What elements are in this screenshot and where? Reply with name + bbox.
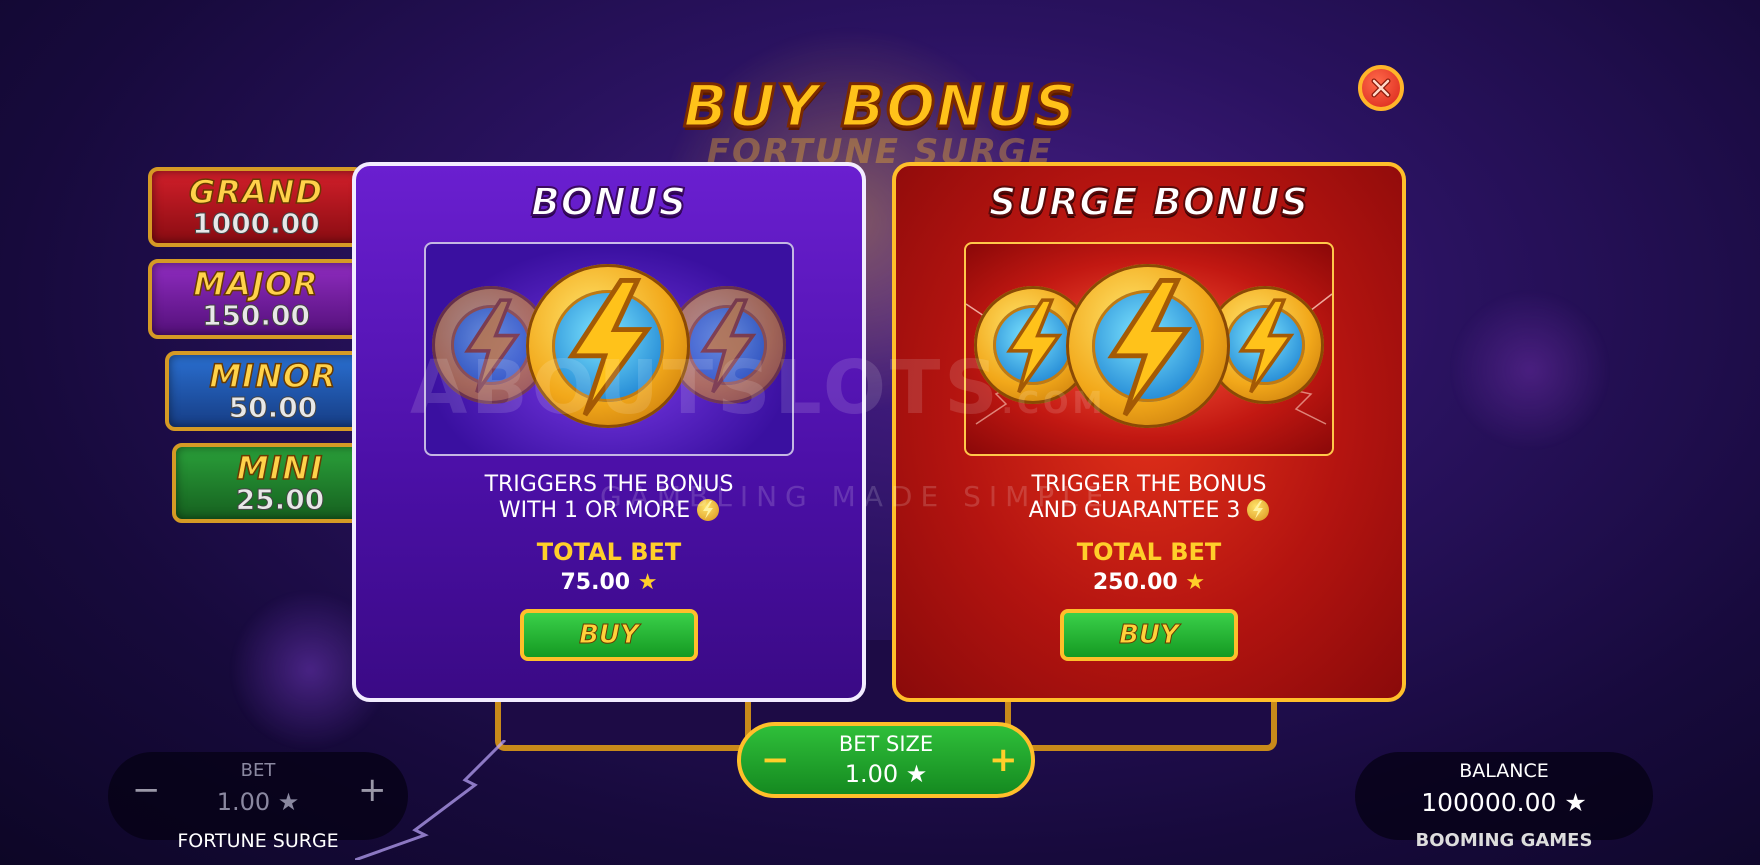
bet-control: − BET 1.00 ★ + bbox=[108, 752, 408, 840]
brand-logo: BOOMING GAMES bbox=[1415, 830, 1593, 851]
star-icon: ★ bbox=[637, 570, 658, 595]
balance-amount: 100000.00 bbox=[1421, 788, 1557, 817]
lightning-coin-icon bbox=[1247, 499, 1270, 521]
total-bet-value: 250.00 ★ bbox=[896, 570, 1402, 595]
jackpot-value: 1000.00 bbox=[192, 207, 321, 241]
bet-size-plus-button[interactable]: + bbox=[989, 740, 1018, 780]
jackpot-minor: MINOR 50.00 bbox=[165, 351, 381, 431]
bonus-panel: BONUS TRIGGERS THE BONUS WITH 1 OR MORE … bbox=[352, 162, 866, 702]
star-icon: ★ bbox=[905, 760, 928, 788]
bet-size-control: − BET SIZE 1.00 ★ + bbox=[737, 722, 1035, 798]
buy-bonus-title: BUY BONUS bbox=[682, 71, 1077, 142]
panel-title: SURGE BONUS bbox=[988, 179, 1310, 225]
bet-size-value: 1.00 ★ bbox=[741, 760, 1031, 788]
balance-display: BALANCE 100000.00 ★ bbox=[1355, 752, 1653, 840]
bet-plus-button[interactable]: + bbox=[358, 770, 387, 810]
jackpot-name: MAJOR bbox=[193, 264, 319, 304]
total-bet-label: TOTAL BET bbox=[536, 538, 682, 566]
game-name: FORTUNE SURGE bbox=[177, 830, 339, 852]
buy-surge-bonus-button[interactable]: BUY bbox=[1060, 609, 1238, 661]
jackpot-value: 150.00 bbox=[201, 299, 311, 333]
close-icon bbox=[1371, 78, 1391, 98]
jackpot-name: GRAND bbox=[188, 172, 323, 212]
panel-title: BONUS bbox=[530, 179, 688, 225]
balance-value: 100000.00 ★ bbox=[1355, 788, 1653, 817]
watermark: ABOUTSLOTS.COM bbox=[410, 345, 1310, 431]
star-icon: ★ bbox=[1185, 570, 1206, 595]
surge-bonus-panel: SURGE BONUS TRIGGER THE BONUS AND GUARAN… bbox=[892, 162, 1406, 702]
background-orb bbox=[1450, 290, 1610, 450]
star-icon: ★ bbox=[1564, 788, 1587, 817]
bet-amount: 1.00 bbox=[216, 788, 271, 816]
star-icon: ★ bbox=[277, 788, 300, 816]
watermark-tagline: GAMBLING MADE SIMPLE bbox=[600, 480, 1112, 513]
jackpot-grand: GRAND 1000.00 bbox=[148, 167, 364, 247]
close-button[interactable] bbox=[1358, 65, 1404, 111]
buy-bonus-button[interactable]: BUY bbox=[520, 609, 698, 661]
total-bet-label: TOTAL BET bbox=[1076, 538, 1222, 566]
total-bet-amount: 250.00 bbox=[1092, 570, 1178, 595]
jackpot-value: 50.00 bbox=[228, 391, 318, 425]
watermark-suffix: .COM bbox=[1001, 386, 1107, 421]
watermark-text: ABOUTSLOTS bbox=[410, 345, 1002, 431]
jackpot-name: MINOR bbox=[209, 356, 337, 396]
bet-size-label: BET SIZE bbox=[838, 732, 934, 756]
bet-size-amount: 1.00 bbox=[844, 760, 899, 788]
jackpot-major: MAJOR 150.00 bbox=[148, 259, 364, 339]
total-bet-value: 75.00 ★ bbox=[356, 570, 862, 595]
balance-label: BALANCE bbox=[1459, 760, 1549, 782]
total-bet-amount: 75.00 bbox=[560, 570, 631, 595]
